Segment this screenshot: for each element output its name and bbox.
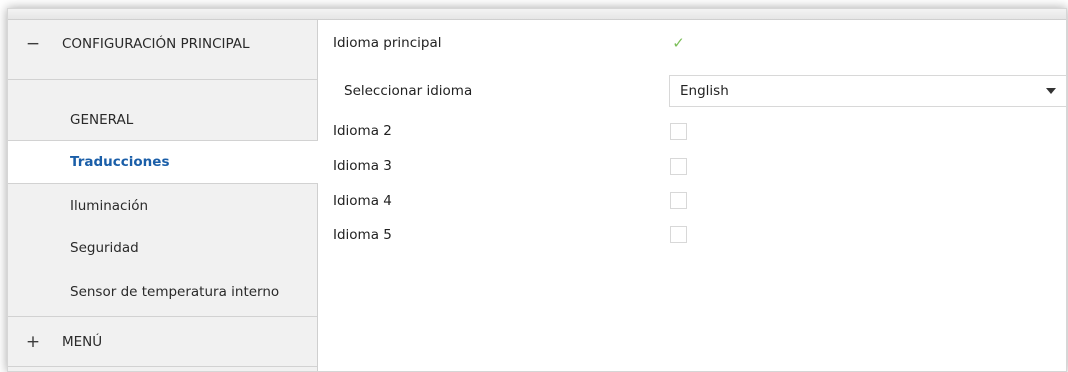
idioma-principal-checkbox[interactable]: ✓ <box>670 35 687 52</box>
sidebar-item-traducciones[interactable]: Traducciones <box>8 140 318 184</box>
sidebar-item-sensor-temperatura[interactable]: Sensor de temperatura interno <box>8 270 317 314</box>
sidebar: − CONFIGURACIÓN PRINCIPAL GENERAL Traduc… <box>8 20 318 371</box>
sidebar-item-label: Traducciones <box>70 154 170 170</box>
idioma-select-value: English <box>680 83 729 99</box>
sidebar-item-general[interactable]: GENERAL <box>8 98 317 142</box>
section-label: MENÚ <box>62 334 103 350</box>
idioma-5-label: Idioma 5 <box>333 227 392 243</box>
sidebar-item-label: Seguridad <box>70 240 139 256</box>
idioma-principal-label: Idioma principal <box>333 35 442 51</box>
idioma-3-label: Idioma 3 <box>333 158 392 174</box>
expand-icon[interactable]: + <box>24 332 42 352</box>
window-top-bar <box>8 9 1066 20</box>
settings-window: − CONFIGURACIÓN PRINCIPAL GENERAL Traduc… <box>7 8 1067 372</box>
divider <box>8 79 317 80</box>
sidebar-item-seguridad[interactable]: Seguridad <box>8 226 317 270</box>
sidebar-item-iluminacion[interactable]: Iluminación <box>8 184 317 228</box>
divider <box>8 316 317 317</box>
sidebar-item-label: Sensor de temperatura interno <box>70 284 280 300</box>
idioma-2-label: Idioma 2 <box>333 123 392 139</box>
idioma-3-checkbox[interactable] <box>670 158 687 175</box>
collapse-icon[interactable]: − <box>24 34 42 54</box>
sidebar-item-label: Iluminación <box>70 198 149 214</box>
divider <box>8 366 317 367</box>
sidebar-item-label: GENERAL <box>70 112 134 128</box>
idioma-2-checkbox[interactable] <box>670 123 687 140</box>
section-menu[interactable]: + MENÚ <box>8 318 317 366</box>
section-label: CONFIGURACIÓN PRINCIPAL <box>62 36 250 52</box>
idioma-5-checkbox[interactable] <box>670 226 687 243</box>
idioma-select[interactable]: English <box>669 75 1067 107</box>
main-panel: Idioma principal ✓ Seleccionar idioma En… <box>318 20 1067 371</box>
seleccionar-idioma-label: Seleccionar idioma <box>344 83 473 99</box>
dropdown-arrow-icon <box>1046 88 1056 94</box>
idioma-4-label: Idioma 4 <box>333 193 392 209</box>
section-configuracion-principal[interactable]: − CONFIGURACIÓN PRINCIPAL <box>8 20 317 68</box>
idioma-4-checkbox[interactable] <box>670 192 687 209</box>
checkmark-icon: ✓ <box>672 34 685 52</box>
section-caret-icon <box>26 80 42 88</box>
